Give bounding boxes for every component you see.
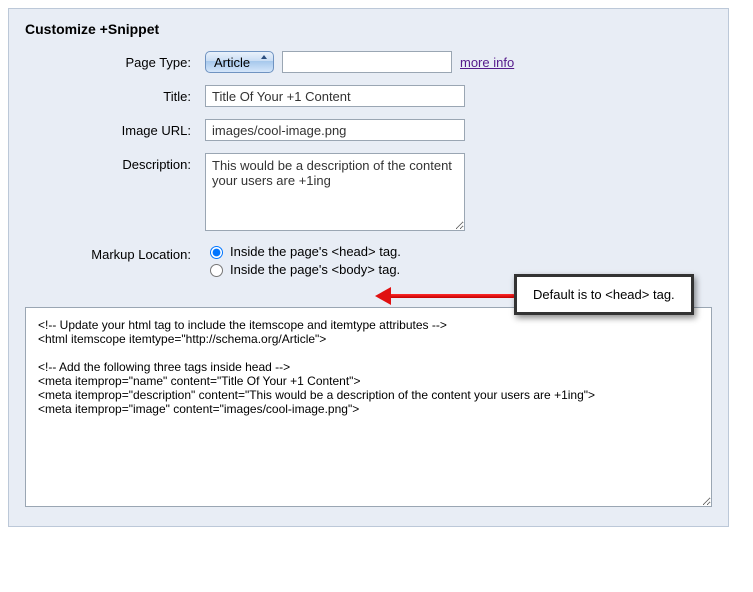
callout-box: Default is to <head> tag. [514,274,694,315]
row-title: Title: [25,85,712,107]
markup-location-group: Inside the page's <head> tag. Inside the… [205,243,401,277]
markup-location-body-label: Inside the page's <body> tag. [230,262,400,277]
page-type-select[interactable]: Article [205,51,274,73]
label-page-type: Page Type: [25,51,205,70]
label-markup-location: Markup Location: [25,243,205,262]
page-type-select-wrap: Article [205,51,274,73]
page-type-extra-input[interactable] [282,51,452,73]
row-page-type: Page Type: Article more info [25,51,712,73]
label-image-url: Image URL: [25,119,205,138]
label-description: Description: [25,153,205,172]
arrow-annotation [375,290,515,302]
description-textarea[interactable] [205,153,465,231]
markup-location-head-radio[interactable] [210,246,223,259]
more-info-link[interactable]: more info [460,55,514,70]
markup-location-body-item: Inside the page's <body> tag. [205,261,401,277]
row-image-url: Image URL: [25,119,712,141]
row-description: Description: [25,153,712,231]
output-code-textarea[interactable] [25,307,712,507]
arrow-head-icon [375,287,391,305]
markup-location-head-label: Inside the page's <head> tag. [230,244,401,259]
markup-location-body-radio[interactable] [210,264,223,277]
image-url-input[interactable] [205,119,465,141]
markup-location-head-item: Inside the page's <head> tag. [205,243,401,259]
row-markup-location: Markup Location: Inside the page's <head… [25,243,712,277]
title-input[interactable] [205,85,465,107]
panel-heading: Customize +Snippet [25,21,712,37]
snippet-panel: Customize +Snippet Page Type: Article mo… [8,8,729,527]
label-title: Title: [25,85,205,104]
arrow-line [387,294,515,298]
